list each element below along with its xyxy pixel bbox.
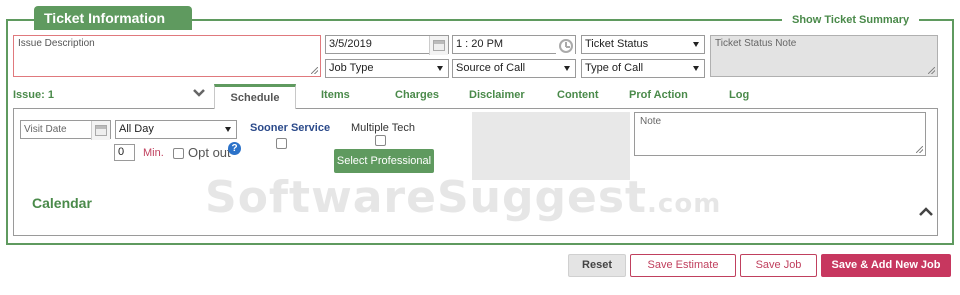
panel-border-left — [13, 108, 14, 236]
time-value: 1 : 20 PM — [456, 38, 504, 50]
show-ticket-summary-link[interactable]: Show Ticket Summary — [782, 12, 920, 28]
dropdown-caret-icon — [437, 66, 443, 71]
select-professional-button[interactable]: Select Professional — [334, 149, 434, 173]
schedule-preview-area — [472, 112, 630, 180]
resize-grip-icon[interactable] — [916, 146, 923, 153]
tab-items[interactable]: Items — [321, 89, 350, 101]
save-estimate-button[interactable]: Save Estimate — [630, 254, 736, 277]
date-value: 3/5/2019 — [329, 38, 372, 50]
save-and-add-new-job-button[interactable]: Save & Add New Job — [821, 254, 951, 277]
source-of-call-value: Source of Call — [456, 62, 526, 74]
dropdown-caret-icon — [564, 66, 570, 71]
watermark: SoftwareSuggest.com — [205, 172, 722, 223]
minutes-value: 0 — [118, 146, 125, 158]
type-of-call-select[interactable]: Type of Call — [581, 59, 705, 78]
tab-prof-action[interactable]: Prof Action — [629, 89, 688, 101]
job-type-value: Job Type — [329, 62, 374, 74]
minutes-input[interactable]: 0 — [114, 144, 135, 161]
sooner-service-checkbox[interactable] — [276, 138, 287, 149]
multiple-tech-label: Multiple Tech — [351, 122, 415, 134]
issue-description-placeholder: Issue Description — [18, 38, 95, 49]
job-type-select[interactable]: Job Type — [325, 59, 449, 78]
note-field[interactable]: Note — [634, 112, 926, 156]
visit-date-placeholder: Visit Date — [24, 124, 67, 135]
note-placeholder: Note — [640, 116, 662, 127]
fieldset-border-bottom — [6, 243, 954, 245]
save-job-button[interactable]: Save Job — [740, 254, 817, 277]
time-window-select[interactable]: All Day — [115, 120, 237, 139]
issue-number-label: Issue: 1 — [13, 89, 54, 101]
clock-icon — [558, 38, 573, 53]
ticket-status-select[interactable]: Ticket Status — [581, 35, 705, 54]
reset-button[interactable]: Reset — [568, 254, 626, 277]
ticket-status-value: Ticket Status — [585, 38, 649, 50]
ticket-status-note-placeholder: Ticket Status Note — [715, 38, 797, 49]
fieldset-border-left — [6, 19, 8, 245]
tab-schedule[interactable]: Schedule — [214, 84, 296, 109]
calendar-icon — [95, 125, 107, 136]
visit-date-picker-button[interactable] — [91, 121, 110, 140]
panel-border-top-left — [13, 108, 214, 109]
minutes-label: Min. — [143, 147, 164, 159]
help-icon[interactable]: ? — [228, 142, 241, 155]
chevron-down-icon[interactable] — [192, 88, 206, 98]
tab-charges[interactable]: Charges — [395, 89, 439, 101]
tab-disclaimer[interactable]: Disclaimer — [469, 89, 525, 101]
date-input[interactable]: 3/5/2019 — [325, 35, 449, 55]
panel-border-top-right — [296, 108, 938, 109]
date-picker-button[interactable] — [429, 36, 448, 55]
chevron-up-icon[interactable] — [918, 205, 934, 217]
multiple-tech-checkbox[interactable] — [375, 135, 386, 146]
dropdown-caret-icon — [693, 42, 699, 47]
panel-border-bottom — [13, 235, 938, 236]
tab-schedule-label: Schedule — [230, 92, 280, 104]
ticket-information-title: Ticket Information — [34, 6, 192, 30]
ticket-status-note-field[interactable]: Ticket Status Note — [710, 35, 938, 77]
calendar-section-title[interactable]: Calendar — [32, 195, 92, 211]
fieldset-border-right — [952, 19, 954, 245]
dropdown-caret-icon — [693, 66, 699, 71]
time-picker-button[interactable] — [556, 36, 575, 55]
issue-description-field[interactable]: Issue Description — [13, 35, 321, 77]
time-input[interactable]: 1 : 20 PM — [452, 35, 576, 55]
resize-grip-icon[interactable] — [311, 67, 318, 74]
panel-border-right — [937, 108, 938, 236]
resize-grip-icon[interactable] — [928, 67, 935, 74]
opt-out-checkbox[interactable] — [173, 148, 184, 159]
time-window-value: All Day — [119, 123, 154, 135]
tab-content[interactable]: Content — [557, 89, 599, 101]
visit-date-input[interactable]: Visit Date — [20, 120, 111, 140]
opt-out-label: Opt out — [188, 145, 231, 160]
dropdown-caret-icon — [225, 127, 231, 132]
tab-log[interactable]: Log — [729, 89, 749, 101]
type-of-call-value: Type of Call — [585, 62, 644, 74]
calendar-icon — [433, 40, 445, 51]
sooner-service-label: Sooner Service — [250, 122, 331, 134]
source-of-call-select[interactable]: Source of Call — [452, 59, 576, 78]
